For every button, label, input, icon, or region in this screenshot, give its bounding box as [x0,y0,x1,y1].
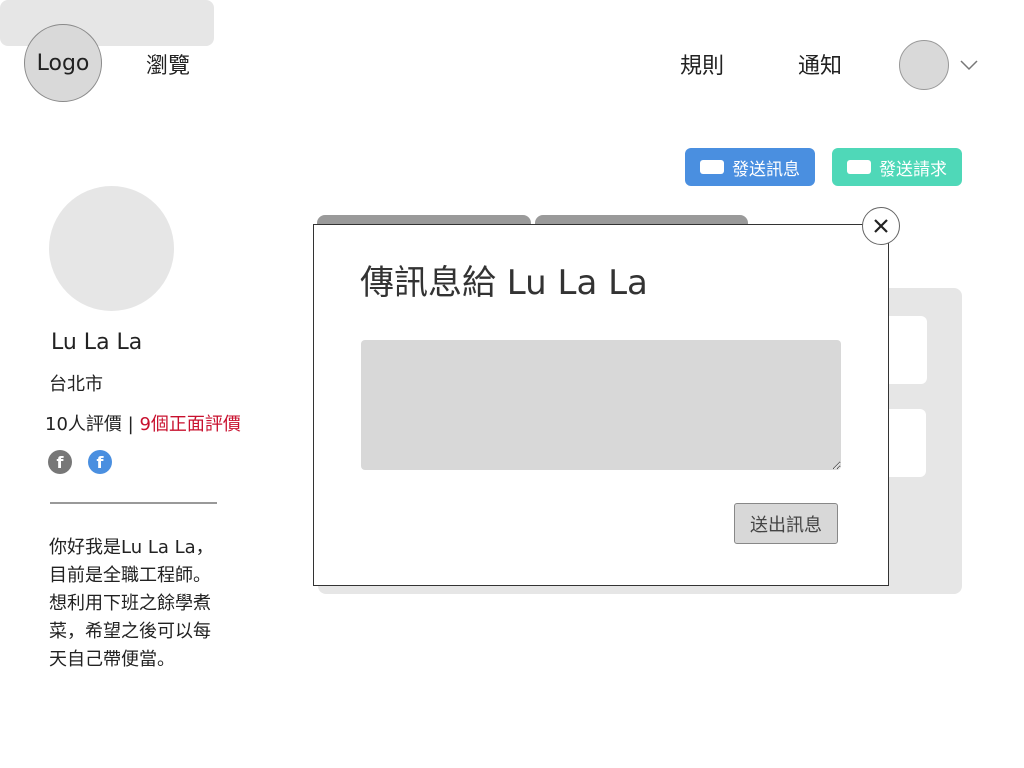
divider [50,502,217,504]
envelope-icon [700,160,724,174]
envelope-icon [847,160,871,174]
user-avatar[interactable] [899,40,949,90]
facebook-icon[interactable]: f [88,450,112,474]
reviews-count: 10人評價 [45,414,122,435]
profile-name: Lu La La [51,330,143,355]
send-message-button[interactable]: 發送訊息 [685,148,815,186]
facebook-icon[interactable]: f [48,450,72,474]
profile-bio: 你好我是Lu La La，目前是全職工程師。想利用下班之餘學煮菜，希望之後可以每… [49,537,214,670]
submit-message-button[interactable]: 送出訊息 [734,503,838,544]
modal-title: 傳訊息給 Lu La La [360,263,648,303]
nav-rules[interactable]: 規則 [680,48,724,80]
send-request-button[interactable]: 發送請求 [832,148,962,186]
message-modal: 傳訊息給 Lu La La 送出訊息 [313,224,889,586]
chevron-down-icon[interactable] [958,54,980,76]
reviews-separator: | [127,414,134,435]
send-request-label: 發送請求 [879,159,947,180]
nav-browse[interactable]: 瀏覽 [146,48,190,80]
positive-reviews-link[interactable]: 9個正面評價 [139,414,240,435]
nav-notifications[interactable]: 通知 [798,48,842,80]
send-message-label: 發送訊息 [732,159,800,180]
reviews-summary: 10人評價 | 9個正面評價 [45,410,241,436]
logo[interactable]: Logo [24,24,102,102]
message-textarea[interactable] [361,340,841,470]
logo-text: Logo [36,50,90,76]
profile-city: 台北市 [49,374,103,395]
profile-avatar [49,186,174,311]
close-icon[interactable] [862,207,900,245]
